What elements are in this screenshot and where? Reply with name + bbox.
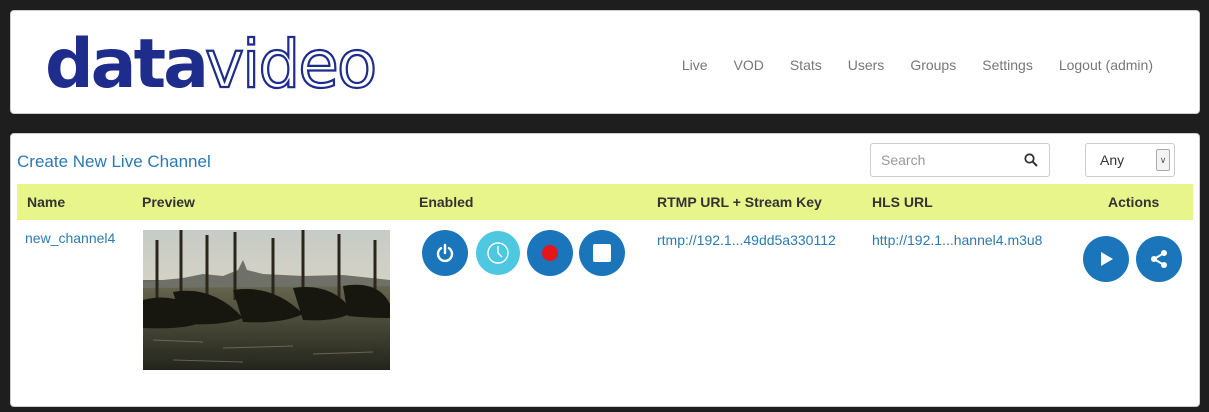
channel-name-link[interactable]: new_channel4 [25,230,115,246]
create-channel-link[interactable]: Create New Live Channel [17,152,211,172]
svg-text:video: video [205,29,375,99]
chevron-down-icon: ∨ [1156,149,1170,171]
table-header: Name Preview Enabled RTMP URL + Stream K… [17,184,1193,220]
nav-groups[interactable]: Groups [910,57,956,73]
stop-button[interactable] [579,230,625,276]
col-preview: Preview [142,194,195,210]
filter-select[interactable]: Any ∨ [1085,143,1175,177]
share-icon [1151,250,1167,268]
search-box [870,143,1050,177]
play-button[interactable] [1083,236,1129,282]
channel-preview-thumbnail[interactable] [143,230,390,370]
col-name: Name [27,194,66,210]
power-icon [436,243,454,263]
col-enabled: Enabled [419,194,474,210]
schedule-button[interactable] [476,231,520,275]
search-button[interactable] [1013,144,1049,176]
nav-stats[interactable]: Stats [790,57,822,73]
main-nav: Live VOD Stats Users Groups Settings Log… [656,57,1153,73]
table-row: new_channel4 rtmp://192.1...49dd5a330112… [17,220,1193,380]
hls-url-link[interactable]: http://192.1...hannel4.m3u8 [872,232,1042,248]
svg-text:data: data [45,29,206,99]
nav-live[interactable]: Live [682,57,708,73]
col-hls: HLS URL [872,194,933,210]
search-input[interactable] [871,145,1011,175]
clock-icon [487,242,509,264]
col-actions: Actions [1108,194,1160,210]
record-button[interactable] [527,230,573,276]
gondola-scene-image [143,230,390,370]
search-icon [1024,153,1038,167]
col-rtmp: RTMP URL + Stream Key [657,194,822,210]
nav-vod[interactable]: VOD [734,57,764,73]
live-channels-panel: Create New Live Channel Any ∨ Name Previ… [10,133,1200,407]
nav-users[interactable]: Users [848,57,885,73]
filter-value: Any [1100,152,1125,168]
nav-logout[interactable]: Logout (admin) [1059,57,1153,73]
rtmp-url-link[interactable]: rtmp://192.1...49dd5a330112 [657,232,836,248]
stop-icon [593,244,611,262]
record-icon [542,245,558,261]
top-header: data video Live VOD Stats Users Groups S… [10,10,1200,114]
share-button[interactable] [1136,236,1182,282]
power-button[interactable] [422,230,468,276]
nav-settings[interactable]: Settings [982,57,1033,73]
play-icon [1101,252,1113,266]
datavideo-logo: data video [45,29,375,99]
